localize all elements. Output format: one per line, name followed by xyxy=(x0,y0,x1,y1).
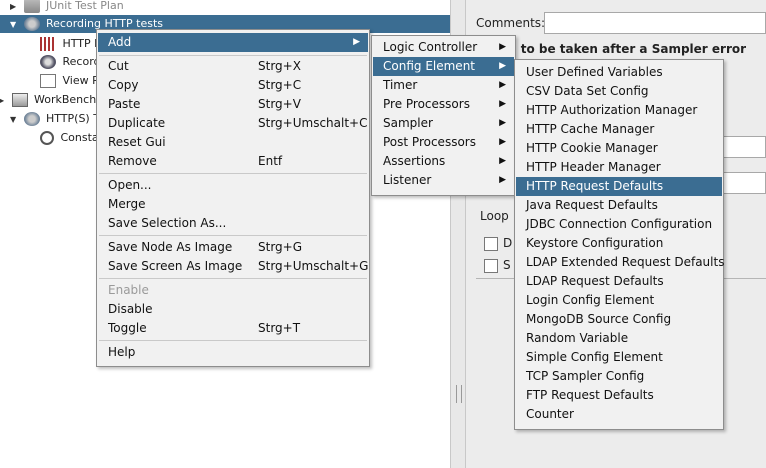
submenu-arrow-icon: ▶ xyxy=(499,61,506,71)
sampler-error-action-label: n to be taken after a Sampler error xyxy=(508,42,747,56)
config-item-mongodb-source-config[interactable]: MongoDB Source Config xyxy=(516,310,722,329)
menu-item-enable: Enable xyxy=(108,283,149,297)
listener-icon xyxy=(40,74,56,88)
add-submenu: Logic Controller ▶ Config Element ▶ Time… xyxy=(371,35,516,196)
menu-item-cut[interactable]: Cut Strg+X xyxy=(98,57,368,76)
delay-thread-label: D xyxy=(503,236,513,250)
tree-item-view-results[interactable]: View R xyxy=(40,72,100,90)
menu-item-duplicate[interactable]: Duplicate Strg+Umschalt+C xyxy=(98,114,368,133)
config-element-submenu: User Defined Variables CSV Data Set Conf… xyxy=(514,59,724,430)
scheduler-checkbox[interactable] xyxy=(484,259,498,273)
menu-item-disable[interactable]: Disable xyxy=(98,300,368,319)
menu-item-save-selection[interactable]: Save Selection As... xyxy=(98,214,368,233)
context-menu: Add ▶ Cut Strg+X Copy Strg+C Paste Strg+… xyxy=(96,29,370,367)
config-item-ftp-request-defaults[interactable]: FTP Request Defaults xyxy=(516,386,722,405)
menu-item-open[interactable]: Open... xyxy=(98,176,368,195)
config-item-tcp-sampler-config[interactable]: TCP Sampler Config xyxy=(516,367,722,386)
collapse-icon[interactable]: ▼ xyxy=(10,16,20,34)
comments-label: Comments: xyxy=(476,16,546,30)
submenu-arrow-icon: ▶ xyxy=(499,99,506,109)
menu-item-remove[interactable]: Remove Entf xyxy=(98,152,368,171)
submenu-item-timer[interactable]: Timer ▶ xyxy=(373,76,514,95)
menu-separator xyxy=(99,235,367,236)
recorder-icon xyxy=(40,55,56,69)
menu-item-toggle[interactable]: Toggle Strg+T xyxy=(98,319,368,338)
submenu-item-assertions[interactable]: Assertions ▶ xyxy=(373,152,514,171)
divider-grip-icon[interactable] xyxy=(456,385,462,403)
config-item-csv-data-set-config[interactable]: CSV Data Set Config xyxy=(516,82,722,101)
submenu-arrow-icon: ▶ xyxy=(499,42,506,52)
delay-thread-checkbox[interactable] xyxy=(484,237,498,251)
test-plan-icon xyxy=(23,0,40,13)
config-item-http-authorization-manager[interactable]: HTTP Authorization Manager xyxy=(516,101,722,120)
collapse-icon[interactable]: ▼ xyxy=(10,111,20,129)
menu-item-merge[interactable]: Merge xyxy=(98,195,368,214)
submenu-arrow-icon: ▶ xyxy=(499,156,506,166)
comments-input[interactable] xyxy=(544,12,766,34)
menu-item-add[interactable]: Add ▶ xyxy=(98,33,368,52)
clock-icon xyxy=(40,131,54,145)
menu-item-paste[interactable]: Paste Strg+V xyxy=(98,95,368,114)
expand-icon[interactable]: ▶ xyxy=(10,0,20,16)
config-item-random-variable[interactable]: Random Variable xyxy=(516,329,722,348)
menu-item-save-screen-image[interactable]: Save Screen As Image Strg+Umschalt+G xyxy=(98,257,368,276)
menu-separator xyxy=(99,173,367,174)
submenu-item-pre-processors[interactable]: Pre Processors ▶ xyxy=(373,95,514,114)
config-item-http-header-manager[interactable]: HTTP Header Manager xyxy=(516,158,722,177)
submenu-arrow-icon: ▶ xyxy=(353,37,360,47)
submenu-arrow-icon: ▶ xyxy=(499,175,506,185)
menu-item-save-node-image[interactable]: Save Node As Image Strg+G xyxy=(98,238,368,257)
config-item-http-cookie-manager[interactable]: HTTP Cookie Manager xyxy=(516,139,722,158)
workbench-icon xyxy=(11,93,28,107)
tree-item-recording-controller[interactable]: Record xyxy=(40,53,101,71)
submenu-item-config-element[interactable]: Config Element ▶ xyxy=(373,57,514,76)
submenu-item-sampler[interactable]: Sampler ▶ xyxy=(373,114,514,133)
config-item-ldap-extended-request-defaults[interactable]: LDAP Extended Request Defaults xyxy=(516,253,724,272)
tree-item-junit-test-plan[interactable]: ▶ JUnit Test Plan xyxy=(10,0,124,15)
submenu-arrow-icon: ▶ xyxy=(499,118,506,128)
scheduler-label: S xyxy=(503,258,511,272)
menu-separator xyxy=(99,278,367,279)
menu-item-help[interactable]: Help xyxy=(98,343,368,362)
config-item-user-defined-variables[interactable]: User Defined Variables xyxy=(516,63,722,82)
submenu-item-listener[interactable]: Listener ▶ xyxy=(373,171,514,190)
tree-item-http-request[interactable]: HTTP R xyxy=(40,35,102,53)
submenu-item-logic-controller[interactable]: Logic Controller ▶ xyxy=(373,38,514,57)
expand-icon[interactable]: ▶ xyxy=(0,92,8,110)
config-item-keystore-configuration[interactable]: Keystore Configuration xyxy=(516,234,722,253)
config-item-simple-config-element[interactable]: Simple Config Element xyxy=(516,348,722,367)
config-item-http-cache-manager[interactable]: HTTP Cache Manager xyxy=(516,120,722,139)
config-item-jdbc-connection-configuration[interactable]: JDBC Connection Configuration xyxy=(516,215,722,234)
submenu-arrow-icon: ▶ xyxy=(499,137,506,147)
config-item-ldap-request-defaults[interactable]: LDAP Request Defaults xyxy=(516,272,722,291)
config-item-login-config-element[interactable]: Login Config Element xyxy=(516,291,722,310)
config-item-counter[interactable]: Counter xyxy=(516,405,722,424)
http-request-icon xyxy=(40,37,56,51)
menu-item-copy[interactable]: Copy Strg+C xyxy=(98,76,368,95)
proxy-icon xyxy=(23,112,40,126)
submenu-item-post-processors[interactable]: Post Processors ▶ xyxy=(373,133,514,152)
menu-item-reset-gui[interactable]: Reset Gui xyxy=(98,133,368,152)
menu-separator xyxy=(99,55,367,56)
thread-group-icon xyxy=(23,17,40,31)
tree-item-constant-timer[interactable]: Consta xyxy=(40,129,99,147)
config-item-http-request-defaults[interactable]: HTTP Request Defaults xyxy=(516,177,722,196)
submenu-arrow-icon: ▶ xyxy=(499,80,506,90)
config-item-java-request-defaults[interactable]: Java Request Defaults xyxy=(516,196,722,215)
menu-separator xyxy=(99,340,367,341)
tree-item-workbench[interactable]: ▶ WorkBench xyxy=(0,91,96,109)
loop-count-label: Loop xyxy=(480,209,509,223)
tree-item-https-test-script-recorder[interactable]: ▼ HTTP(S) T xyxy=(10,110,100,128)
